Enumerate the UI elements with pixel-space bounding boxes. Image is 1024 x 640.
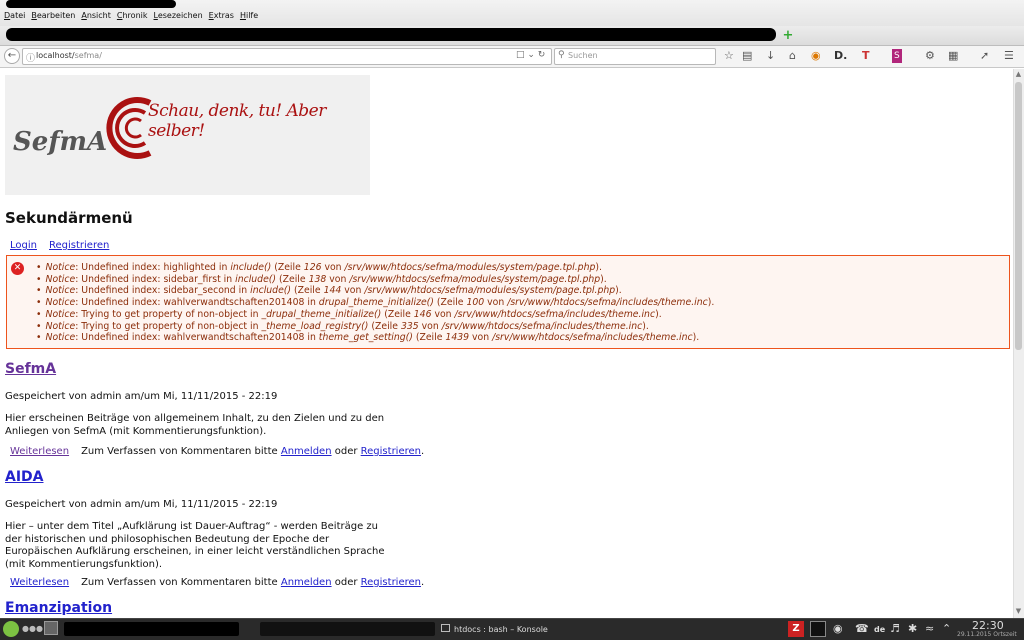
menu-lesezeichen[interactable]: Lesezeichen <box>154 11 203 20</box>
comment-hint-or: oder <box>331 446 361 457</box>
scrollbar-thumb[interactable] <box>1015 82 1022 350</box>
menu-chronik[interactable]: Chronik <box>117 11 148 20</box>
read-more-link[interactable]: Weiterlesen <box>10 577 69 588</box>
addon-t-icon[interactable]: T <box>862 49 870 63</box>
comment-hint: Zum Verfassen von Kommentaren bitte <box>81 577 281 588</box>
konsole-icon <box>441 624 450 632</box>
addon-plug-icon[interactable]: ⚙ <box>925 49 935 63</box>
desktop-icon[interactable] <box>44 621 58 635</box>
reading-list-icon[interactable]: ▤ <box>742 49 752 63</box>
scroll-down-icon[interactable]: ▼ <box>1014 607 1023 616</box>
comment-hint-end: . <box>421 577 425 588</box>
pager-icon[interactable]: ●●● <box>22 624 43 633</box>
error-item: Notice: Trying to get property of non-ob… <box>36 309 714 321</box>
network-icon[interactable]: ◉ <box>833 622 843 635</box>
error-item: Notice: Undefined index: wahlverwandtsch… <box>36 332 714 344</box>
addon-d-icon[interactable]: D. <box>834 49 847 63</box>
addon-s-icon[interactable]: S <box>892 49 902 63</box>
logo-brand: SefmA <box>13 127 108 157</box>
home-icon[interactable]: ⌂ <box>789 49 796 63</box>
menu-hilfe[interactable]: Hilfe <box>240 11 258 20</box>
search-icon: ⚲ <box>558 50 565 60</box>
search-placeholder: Suchen <box>568 51 598 60</box>
site-info-icon[interactable]: ⓘ <box>26 51 35 64</box>
new-tab-icon[interactable]: + <box>782 29 794 42</box>
scroll-up-icon[interactable]: ▲ <box>1014 70 1023 79</box>
menu-datei[interactable]: Datei <box>4 11 25 20</box>
bookmark-star-icon[interactable]: ☆ <box>724 49 734 63</box>
article-title-aida[interactable]: AIDA <box>5 469 44 485</box>
menu-extras[interactable]: Extras <box>209 11 234 20</box>
error-item: Notice: Undefined index: sidebar_second … <box>36 285 714 297</box>
keyboard-layout[interactable]: de <box>874 625 885 634</box>
secondary-menu-title: Sekundärmenü <box>5 209 133 227</box>
tray-expand-icon[interactable]: ⌃ <box>942 622 951 635</box>
reload-icon[interactable]: □ ⌄ ↻ <box>516 50 545 60</box>
error-icon: ✕ <box>11 262 24 275</box>
konsole-task[interactable]: htdocs : bash – Konsole <box>454 625 548 634</box>
addon-icon[interactable]: ◉ <box>811 49 821 63</box>
skype-icon[interactable]: ☎ <box>855 622 869 635</box>
article-links: Weiterlesen Zum Verfassen von Kommentaren… <box>10 577 424 588</box>
error-list: Notice: Undefined index: highlighted in … <box>36 262 714 344</box>
menu-ansicht[interactable]: Ansicht <box>81 11 111 20</box>
article-body: Hier – unter dem Titel „Aufklärung ist D… <box>5 521 385 570</box>
comment-register-link[interactable]: Registrieren <box>361 577 421 588</box>
article-title-emanzipation[interactable]: Emanzipation <box>5 600 112 616</box>
wifi-icon[interactable]: ≈ <box>925 622 934 635</box>
comment-login-link[interactable]: Anmelden <box>281 446 332 457</box>
article-links: Weiterlesen Zum Verfassen von Kommentaren… <box>10 446 424 457</box>
download-icon[interactable]: ↓ <box>766 49 775 63</box>
site-logo[interactable]: SefmA Schau, denk, tu! Aber selber! <box>5 75 370 195</box>
filezilla-icon[interactable]: Z <box>788 621 804 637</box>
redacted-title <box>6 0 176 8</box>
redacted-tabs <box>6 28 776 41</box>
menu-bearbeiten[interactable]: Bearbeiten <box>31 11 75 20</box>
terminal-icon[interactable] <box>810 621 826 637</box>
error-item: Notice: Undefined index: wahlverwandtsch… <box>36 297 714 309</box>
article-body: Hier erscheinen Beiträge von allgemeinem… <box>5 413 385 437</box>
bluetooth-icon[interactable]: ✱ <box>908 622 917 635</box>
comment-hint-or: oder <box>331 577 361 588</box>
back-icon[interactable]: ← <box>4 48 20 64</box>
logo-tagline: Schau, denk, tu! Aber selber! <box>148 101 326 141</box>
url-text[interactable]: localhost/sefma/ <box>36 51 102 60</box>
login-link[interactable]: Login <box>10 240 37 251</box>
error-item: Notice: Trying to get property of non-ob… <box>36 321 714 333</box>
comment-hint: Zum Verfassen von Kommentaren bitte <box>81 446 281 457</box>
register-link[interactable]: Registrieren <box>49 240 109 251</box>
error-item: Notice: Undefined index: highlighted in … <box>36 262 714 274</box>
clock-date: 29.11.2015 Ortszeit <box>957 631 1017 638</box>
start-menu-icon[interactable] <box>3 621 19 637</box>
redacted-task[interactable] <box>64 622 239 636</box>
comment-register-link[interactable]: Registrieren <box>361 446 421 457</box>
volume-icon[interactable]: ♬ <box>890 622 900 635</box>
redacted-task[interactable] <box>260 622 435 636</box>
addon-stack-icon[interactable]: ▦ <box>948 49 958 63</box>
addon-pin-icon[interactable]: ➚ <box>980 49 989 63</box>
error-item: Notice: Undefined index: sidebar_first i… <box>36 274 714 286</box>
menu-icon[interactable]: ☰ <box>1004 49 1014 63</box>
comment-hint-end: . <box>421 446 425 457</box>
read-more-link[interactable]: Weiterlesen <box>10 446 69 457</box>
article-meta: Gespeichert von admin am/um Mi, 11/11/20… <box>5 391 278 402</box>
comment-login-link[interactable]: Anmelden <box>281 577 332 588</box>
article-title-sefma[interactable]: SefmA <box>5 361 56 377</box>
article-meta: Gespeichert von admin am/um Mi, 11/11/20… <box>5 499 278 510</box>
